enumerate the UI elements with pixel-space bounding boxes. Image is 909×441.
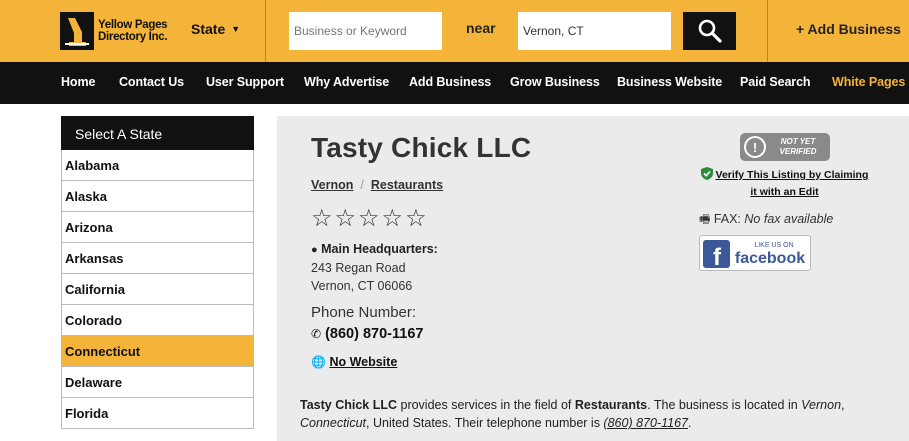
- desc-t2: . The business is located in: [647, 398, 802, 412]
- address-line1: 243 Regan Road: [311, 261, 406, 275]
- state-sidebar: Select A State Alabama Alaska Arizona Ar…: [61, 116, 254, 429]
- state-item-arkansas[interactable]: Arkansas: [61, 243, 254, 274]
- desc-t5: .: [687, 416, 692, 430]
- nav-white-pages[interactable]: White Pages: [832, 75, 905, 89]
- desc-state: Connecticut: [300, 416, 367, 430]
- badge-line1: NOT YET: [781, 137, 817, 146]
- add-business-button[interactable]: + Add Business: [796, 21, 901, 37]
- desc-biz: Tasty Chick LLC: [300, 398, 398, 412]
- website-link[interactable]: 🌐 No Website: [311, 355, 397, 369]
- desc-city: Vernon: [801, 398, 842, 412]
- not-verified-badge: ! NOT YET VERIFIED: [740, 133, 830, 161]
- search-button[interactable]: [683, 12, 736, 50]
- state-item-delaware[interactable]: Delaware: [61, 367, 254, 398]
- headquarters-label-text: Main Headquarters:: [321, 242, 438, 256]
- site-logo[interactable]: Yellow Pages Directory Inc.: [60, 11, 175, 51]
- header-divider: [767, 0, 768, 62]
- verify-line1: Verify This Listing by Claiming: [715, 169, 869, 181]
- phone-icon: ✆: [311, 327, 322, 341]
- nav-grow-business[interactable]: Grow Business: [510, 75, 600, 89]
- fax-icon: 🖷: [699, 212, 711, 226]
- state-item-california[interactable]: California: [61, 274, 254, 305]
- state-item-colorado[interactable]: Colorado: [61, 305, 254, 336]
- website-link-text: No Website: [329, 355, 398, 369]
- rating-stars[interactable]: ☆☆☆☆☆: [311, 204, 429, 233]
- svg-text:f: f: [713, 244, 722, 271]
- nav-add-business[interactable]: Add Business: [409, 75, 491, 89]
- fax-value: No fax available: [744, 212, 834, 226]
- walking-fingers-logo-icon: [60, 12, 94, 50]
- header-divider: [265, 0, 266, 62]
- svg-text:!: !: [753, 140, 757, 155]
- logo-text-line2: Directory Inc.: [98, 31, 168, 43]
- verify-listing-link[interactable]: Verify This Listing by Claiming it with …: [697, 167, 872, 201]
- sidebar-title: Select A State: [61, 116, 254, 150]
- keyword-search-input[interactable]: [289, 12, 442, 50]
- nav-paid-search[interactable]: Paid Search: [740, 75, 811, 89]
- breadcrumb-city-link[interactable]: Vernon: [311, 178, 353, 192]
- nav-home[interactable]: Home: [61, 75, 95, 89]
- headquarters-label: ● Main Headquarters:: [311, 242, 438, 256]
- state-item-florida[interactable]: Florida: [61, 398, 254, 429]
- near-label: near: [466, 20, 496, 36]
- address-line2: Vernon, CT 06066: [311, 279, 413, 293]
- phone-number-text: (860) 870-1167: [325, 326, 424, 342]
- badge-line2: VERIFIED: [780, 147, 817, 156]
- nav-why-advertise[interactable]: Why Advertise: [304, 75, 389, 89]
- state-item-arizona[interactable]: Arizona: [61, 212, 254, 243]
- site-header: Yellow Pages Directory Inc. State ▼ near…: [0, 0, 909, 62]
- breadcrumb: Vernon / Restaurants: [311, 178, 443, 192]
- fb-big-text: facebook: [735, 250, 805, 267]
- desc-phone-link[interactable]: (860) 870-1167: [603, 416, 688, 430]
- phone-label: Phone Number:: [311, 304, 417, 321]
- facebook-like-button[interactable]: f LIKE US ON facebook: [699, 235, 811, 271]
- fb-small-text: LIKE US ON: [754, 242, 793, 249]
- business-description: Tasty Chick LLC provides services in the…: [300, 396, 900, 432]
- desc-category: Restaurants: [574, 398, 648, 412]
- state-item-alabama[interactable]: Alabama: [61, 150, 254, 181]
- search-icon: [698, 19, 722, 43]
- nav-user-support[interactable]: User Support: [206, 75, 284, 89]
- logo-text-line1: Yellow Pages: [98, 19, 168, 31]
- phone-number[interactable]: ✆ (860) 870-1167: [311, 326, 423, 342]
- fax-label: FAX:: [713, 212, 741, 226]
- state-dropdown[interactable]: State ▼: [191, 21, 240, 37]
- nav-business-website[interactable]: Business Website: [617, 75, 722, 89]
- shield-check-icon: [700, 167, 713, 180]
- main-nav: Home Contact Us User Support Why Adverti…: [0, 62, 909, 104]
- state-item-alaska[interactable]: Alaska: [61, 181, 254, 212]
- business-name: Tasty Chick LLC: [311, 132, 532, 163]
- desc-t3: ,: [841, 398, 845, 412]
- desc-t1: provides services in the field of: [397, 398, 575, 412]
- location-input[interactable]: [518, 12, 671, 50]
- facebook-logo-icon: f LIKE US ON facebook: [703, 240, 805, 271]
- state-dropdown-label: State: [191, 21, 226, 37]
- desc-t4: , United States. Their telephone number …: [366, 416, 604, 430]
- listing-panel: Tasty Chick LLC Vernon / Restaurants ☆☆☆☆☆…: [277, 116, 909, 441]
- verify-line2: it with an Edit: [750, 186, 819, 198]
- map-pin-icon: ●: [311, 244, 318, 256]
- globe-icon: 🌐: [311, 355, 326, 369]
- nav-contact-us[interactable]: Contact Us: [119, 75, 184, 89]
- caret-down-icon: ▼: [231, 24, 241, 34]
- breadcrumb-separator: /: [360, 178, 364, 192]
- fax-info: 🖷 FAX: No fax available: [699, 210, 833, 231]
- state-item-connecticut[interactable]: Connecticut: [61, 336, 254, 367]
- breadcrumb-category-link[interactable]: Restaurants: [371, 178, 443, 192]
